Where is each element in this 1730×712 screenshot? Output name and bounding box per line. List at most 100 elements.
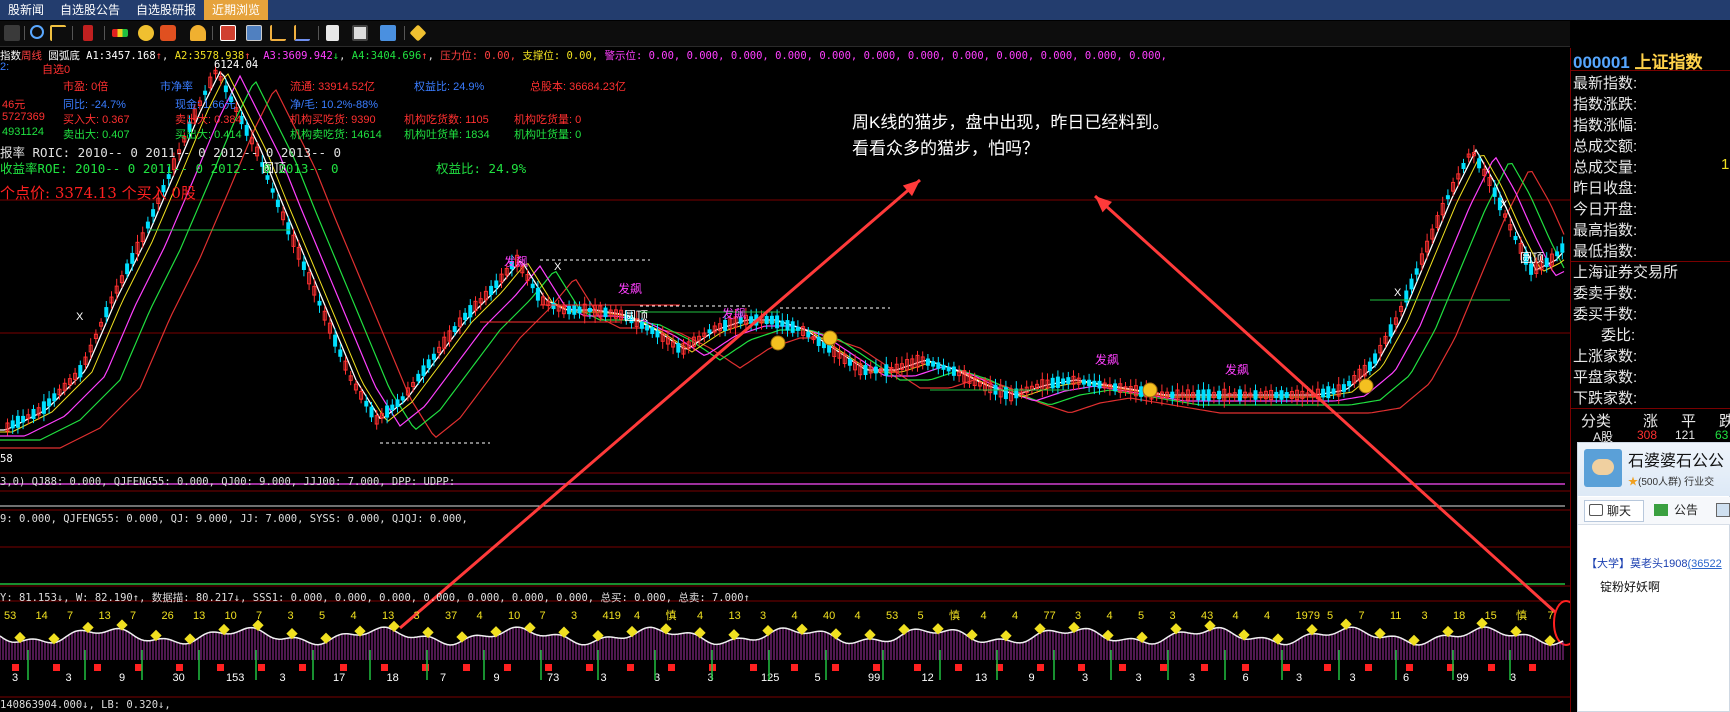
group-chat-popup[interactable]: 石婆婆石公公 ★(500人群) 行业交 聊天 公告 【大学】莫老头1908(36… — [1577, 442, 1730, 712]
export-icon[interactable] — [380, 25, 396, 41]
candle-body — [1055, 376, 1060, 388]
sub-bottom-label: 6 — [1243, 672, 1249, 684]
table-cell-down: 63 — [1715, 428, 1729, 442]
sub-top-label: 4 — [1233, 610, 1239, 622]
x-mark: X — [76, 311, 84, 323]
sub-top-label: 43 — [1201, 610, 1213, 622]
candle-body — [338, 349, 343, 357]
indicator-2-legend: 9: 0.000, QJFENG55: 0.000, QJ: 9.000, JJ… — [0, 513, 468, 525]
sub-top-label: 13 — [729, 610, 741, 622]
chart-icon[interactable] — [246, 25, 262, 41]
candle-body — [1331, 388, 1336, 395]
warning-icon[interactable] — [138, 25, 154, 41]
candle-body — [1217, 390, 1222, 400]
row-volume-value: 1 — [1721, 156, 1730, 173]
candle-body — [535, 287, 540, 301]
signal-red-marker — [1201, 664, 1208, 671]
candle-body — [936, 362, 941, 369]
candle-body — [400, 396, 405, 401]
tab-watchlist-announcements[interactable]: 自选股公告 — [52, 0, 128, 20]
smiley-icon — [1358, 378, 1374, 394]
traffic-light-icon[interactable] — [112, 29, 128, 37]
sub-top-label: 13 — [193, 610, 205, 622]
info-big-buy: 买入大: 0.367 — [63, 114, 130, 126]
candle-body — [1206, 389, 1211, 401]
tab-news[interactable]: 股新闻 — [0, 0, 52, 20]
candle-body — [951, 366, 956, 376]
candle-body — [145, 221, 150, 229]
sub-top-label: 7 — [1359, 610, 1365, 622]
sub-top-label: 3 — [1422, 610, 1428, 622]
tab-recent-browsing[interactable]: 近期浏览 — [204, 0, 269, 20]
f10-icon[interactable] — [160, 25, 176, 41]
sub-top-label: 26 — [162, 610, 174, 622]
annotation-text: 周K线的猫步，盘中出现，昨日已经料到。 看看众多的猫步，怕吗？ — [852, 110, 1169, 162]
candle-body — [775, 315, 780, 329]
candle-body — [125, 263, 130, 275]
monitor-icon[interactable] — [352, 25, 368, 41]
candle-body — [1081, 379, 1086, 385]
candle-body — [1196, 389, 1201, 401]
sub-bottom-label: 9 — [1029, 672, 1035, 684]
sub-top-label: 3 — [288, 610, 294, 622]
sub-bottom-label: 3 — [1082, 672, 1088, 684]
signal-red-marker — [422, 664, 429, 671]
chat-bubble-icon — [1589, 504, 1603, 516]
signal-red-marker — [258, 664, 265, 671]
info-equity-ratio: 权益比: 24.9% — [414, 81, 485, 93]
candle-body — [47, 398, 52, 407]
sub-top-label: 77 — [1044, 610, 1056, 622]
candle-body — [1284, 392, 1289, 398]
album-icon[interactable] — [1716, 503, 1730, 517]
tab-watchlist-research[interactable]: 自选股研报 — [128, 0, 204, 20]
candle-body — [946, 366, 951, 372]
sub-top-label: 53 — [4, 610, 16, 622]
candle-body — [275, 199, 280, 208]
row-high: 最高指数: — [1573, 222, 1638, 239]
candle-body — [1113, 383, 1118, 392]
signal-red-marker — [545, 664, 552, 671]
candle-body — [806, 331, 811, 338]
sub-top-label: 15 — [1485, 610, 1497, 622]
row-bid-volume: 委买手数: — [1573, 306, 1638, 323]
notice-button[interactable]: 公告 — [1650, 500, 1710, 522]
sub-top-label: 4 — [981, 610, 987, 622]
candle-body — [1492, 187, 1497, 197]
signal-red-marker — [1529, 664, 1536, 671]
angle-icon[interactable] — [270, 25, 286, 41]
sub-bottom-label: 3 — [1350, 672, 1356, 684]
diamond-icon[interactable] — [409, 24, 427, 42]
info-r5-c0: 4931124 — [2, 126, 45, 138]
sub-top-label: 5 — [1327, 610, 1333, 622]
candle-body — [494, 280, 499, 288]
sub-top-label: 慎 — [1516, 608, 1527, 622]
info-margin: 净/毛: 10.2%-88% — [290, 99, 379, 111]
candle-body — [655, 330, 660, 338]
back-icon[interactable] — [4, 25, 20, 41]
signal-diamond — [490, 626, 502, 638]
crosshair-icon[interactable] — [30, 25, 44, 39]
candle-body — [785, 320, 790, 331]
candle-body — [780, 320, 785, 327]
bell-icon[interactable] — [190, 25, 206, 41]
candle-body — [421, 365, 426, 376]
candle-body — [1274, 391, 1279, 399]
info-inst-sell-volume: 机构吐货量: 0 — [514, 129, 582, 141]
info-big-sell-out: 卖出大: 0.407 — [63, 129, 130, 141]
candle-body — [41, 401, 46, 414]
chat-button[interactable]: 聊天 — [1584, 500, 1644, 522]
grid-icon[interactable] — [220, 25, 236, 41]
candle-body — [1066, 377, 1071, 384]
notes-icon[interactable] — [326, 25, 339, 41]
candle-body — [1555, 251, 1560, 257]
ruler-icon[interactable] — [294, 25, 310, 41]
info-float: 流通: 33914.52亿 — [290, 81, 375, 93]
smiley-icon — [770, 335, 786, 351]
highlight-circle — [1553, 600, 1570, 646]
sub-bottom-label: 7 — [440, 672, 446, 684]
signal-red-marker — [873, 664, 880, 671]
sub-bottom-label: 3 — [1189, 672, 1195, 684]
candle-body — [769, 315, 774, 325]
draw-line-icon[interactable] — [50, 25, 66, 41]
trash-icon[interactable] — [83, 25, 93, 41]
